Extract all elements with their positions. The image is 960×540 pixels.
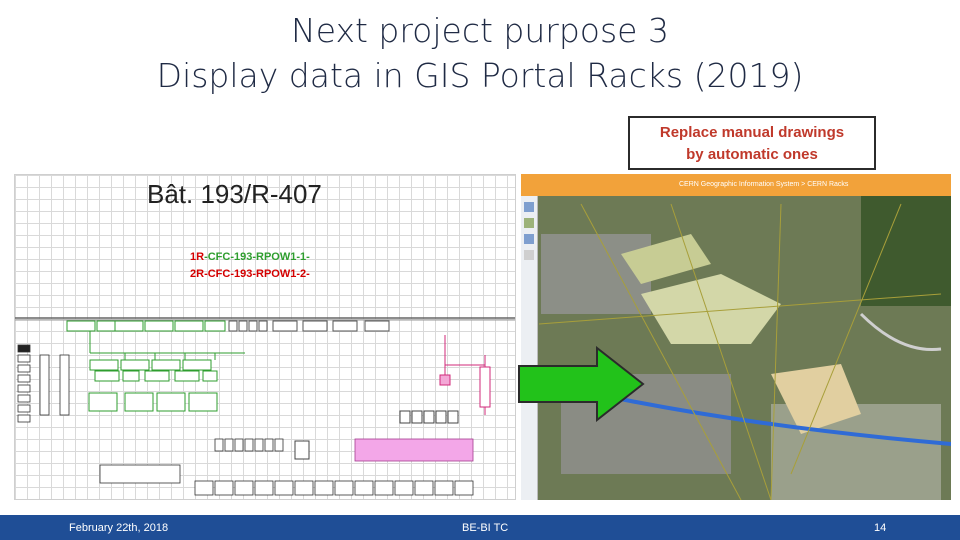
gis-portal-map[interactable]: CERN Geographic Information System > CER…: [521, 174, 951, 500]
green-right-arrow-icon: [518, 346, 645, 422]
footer-bar: February 22th, 2018 BE-BI TC 14: [0, 515, 960, 540]
callout-box: Replace manual drawings by automatic one…: [628, 116, 876, 170]
footer-date: February 22th, 2018: [69, 522, 169, 534]
callout-line-1: Replace manual drawings: [659, 124, 845, 141]
drawing-schematic: [15, 317, 515, 496]
callout-line-2: by automatic ones: [686, 146, 818, 163]
map-header-bar: CERN Geographic Information System > CER…: [521, 174, 951, 196]
manual-rack-drawing: Bât. 193/R-407 1R-CFC-193-RPOW1-1- 2R-CF…: [14, 174, 516, 500]
footer-group: BE-BI TC: [462, 522, 509, 534]
slide-title-line-1: Next project purpose 3: [291, 11, 669, 50]
slide-title-line-2: Display data in GIS Portal Racks (2019): [156, 56, 804, 95]
footer-page-number: 14: [874, 522, 887, 534]
satellite-map-image: [521, 174, 951, 500]
